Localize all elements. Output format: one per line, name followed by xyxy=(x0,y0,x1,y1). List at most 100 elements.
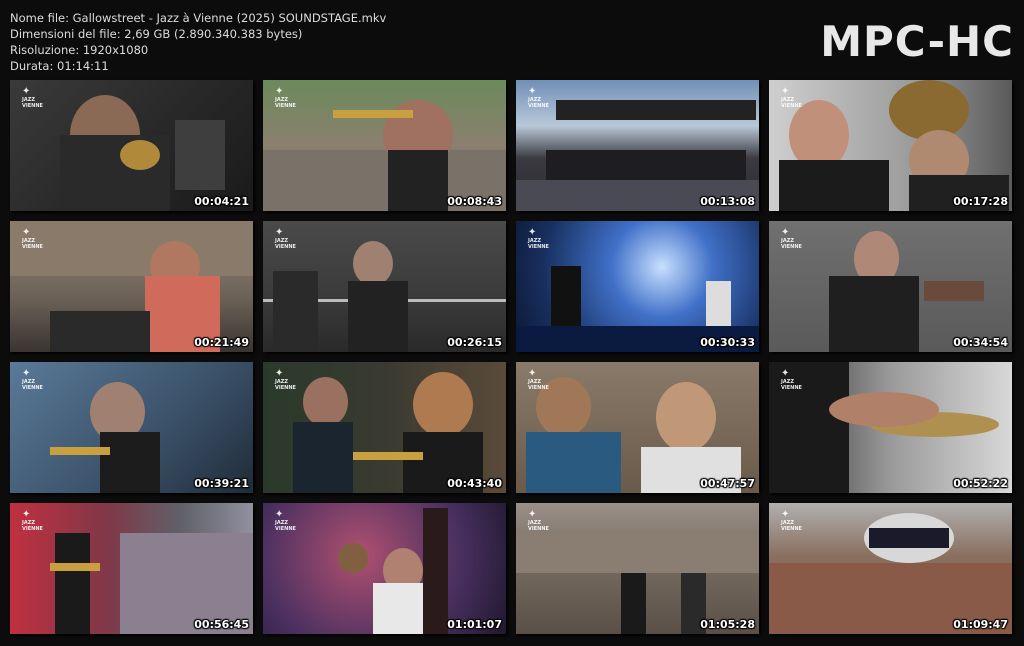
logo-star-icon: ✦ xyxy=(22,86,31,97)
scene-shape xyxy=(303,377,348,427)
video-thumbnail: ✦ JAZZ VIENNE 01:09:47 xyxy=(769,503,1012,634)
video-thumbnail: ✦ JAZZ VIENNE 01:05:28 xyxy=(516,503,759,634)
logo-text-line2: VIENNE xyxy=(781,526,802,532)
jazz-vienne-logo: ✦ JAZZ VIENNE xyxy=(528,368,552,392)
scene-shape xyxy=(348,281,408,352)
thumbnail-timestamp: 00:13:08 xyxy=(700,195,755,208)
jazz-vienne-logo: ✦ JAZZ VIENNE xyxy=(528,86,552,110)
jazz-vienne-logo: ✦ JAZZ VIENNE xyxy=(275,86,299,110)
logo-text-line2: VIENNE xyxy=(275,385,296,391)
logo-text-line2: VIENNE xyxy=(275,526,296,532)
scene-shape xyxy=(656,382,716,452)
logo-text-line2: VIENNE xyxy=(781,244,802,250)
video-thumbnail: ✦ JAZZ VIENNE 00:56:45 xyxy=(10,503,253,634)
scene-shape xyxy=(333,110,413,118)
logo-star-icon: ✦ xyxy=(275,227,284,238)
jazz-vienne-logo: ✦ JAZZ VIENNE xyxy=(22,86,46,110)
logo-star-icon: ✦ xyxy=(528,509,537,520)
jazz-vienne-logo: ✦ JAZZ VIENNE xyxy=(781,227,805,251)
logo-star-icon: ✦ xyxy=(22,509,31,520)
logo-text-line2: VIENNE xyxy=(781,385,802,391)
video-thumbnail: ✦ JAZZ VIENNE 00:52:22 xyxy=(769,362,1012,493)
video-thumbnail: ✦ JAZZ VIENNE 00:21:49 xyxy=(10,221,253,352)
thumbnail-timestamp: 01:09:47 xyxy=(953,618,1008,631)
thumbnail-timestamp: 00:34:54 xyxy=(953,336,1008,349)
scene-shape xyxy=(779,160,889,211)
app-brand-title: MPC-HC xyxy=(820,17,1014,66)
video-thumbnail: ✦ JAZZ VIENNE 00:43:40 xyxy=(263,362,506,493)
logo-text-line2: VIENNE xyxy=(528,385,549,391)
thumbnail-timestamp: 00:04:21 xyxy=(194,195,249,208)
logo-text-line2: VIENNE xyxy=(528,526,549,532)
video-thumbnail: ✦ JAZZ VIENNE 00:30:33 xyxy=(516,221,759,352)
file-name: Nome file: Gallowstreet - Jazz à Vienne … xyxy=(10,11,387,25)
logo-star-icon: ✦ xyxy=(22,368,31,379)
video-thumbnail: ✦ JAZZ VIENNE 00:17:28 xyxy=(769,80,1012,211)
logo-star-icon: ✦ xyxy=(275,86,284,97)
thumbnail-timestamp: 00:08:43 xyxy=(447,195,502,208)
scene-shape xyxy=(621,573,646,634)
jazz-vienne-logo: ✦ JAZZ VIENNE xyxy=(781,368,805,392)
scene-shape xyxy=(50,311,150,352)
logo-star-icon: ✦ xyxy=(781,509,790,520)
scene-shape xyxy=(338,543,368,573)
logo-star-icon: ✦ xyxy=(275,368,284,379)
scene-shape xyxy=(293,422,353,493)
scene-shape xyxy=(100,432,160,493)
scene-shape xyxy=(273,271,318,352)
jazz-vienne-logo: ✦ JAZZ VIENNE xyxy=(275,368,299,392)
jazz-vienne-logo: ✦ JAZZ VIENNE xyxy=(22,227,46,251)
logo-text-line2: VIENNE xyxy=(22,385,43,391)
jazz-vienne-logo: ✦ JAZZ VIENNE xyxy=(22,368,46,392)
scene-shape xyxy=(388,150,448,211)
scene-shape xyxy=(353,241,393,286)
video-thumbnail: ✦ JAZZ VIENNE 00:13:08 xyxy=(516,80,759,211)
video-thumbnail: ✦ JAZZ VIENNE 00:47:57 xyxy=(516,362,759,493)
thumbnail-grid: ✦ JAZZ VIENNE 00:04:21 ✦ JAZZ VIENNE 00:08:43 ✦ J… xyxy=(10,80,1013,635)
jazz-vienne-logo: ✦ JAZZ VIENNE xyxy=(781,509,805,533)
thumbnail-timestamp: 00:30:33 xyxy=(700,336,755,349)
jazz-vienne-logo: ✦ JAZZ VIENNE xyxy=(275,509,299,533)
scene-shape xyxy=(829,392,939,427)
jazz-vienne-logo: ✦ JAZZ VIENNE xyxy=(781,87,805,110)
logo-star-icon: ✦ xyxy=(275,509,284,520)
logo-text-line2: VIENNE xyxy=(275,244,296,250)
logo-text-line2: VIENNE xyxy=(22,103,43,109)
scene-shape xyxy=(413,372,473,437)
thumbnail-timestamp: 00:52:22 xyxy=(953,477,1008,490)
logo-star-icon: ✦ xyxy=(528,368,537,379)
logo-text-line2: VIENNE xyxy=(22,526,43,532)
video-thumbnail: ✦ JAZZ VIENNE 00:34:54 xyxy=(769,221,1012,352)
scene-shape xyxy=(50,447,110,455)
logo-text-line2: VIENNE xyxy=(528,103,549,109)
thumbnail-timestamp: 00:21:49 xyxy=(194,336,249,349)
file-info-panel: Nome file: Gallowstreet - Jazz à Vienne … xyxy=(10,10,386,74)
thumbnail-timestamp: 01:01:07 xyxy=(447,618,502,631)
logo-star-icon: ✦ xyxy=(781,368,790,379)
jazz-vienne-logo: ✦ JAZZ VIENNE xyxy=(528,228,552,251)
scene-shape xyxy=(120,140,160,170)
scene-shape xyxy=(10,221,253,276)
thumbnail-timestamp: 00:39:21 xyxy=(194,477,249,490)
logo-text-line2: VIENNE xyxy=(275,103,296,109)
scene-shape xyxy=(55,533,90,634)
video-thumbnail: ✦ JAZZ VIENNE 00:39:21 xyxy=(10,362,253,493)
scene-shape xyxy=(526,432,621,493)
logo-star-icon: ✦ xyxy=(22,227,31,238)
logo-star-icon: ✦ xyxy=(528,86,537,97)
scene-shape xyxy=(423,508,448,634)
scene-shape xyxy=(50,563,100,571)
logo-star-icon: ✦ xyxy=(781,227,790,238)
video-thumbnail: ✦ JAZZ VIENNE 00:04:21 xyxy=(10,80,253,211)
logo-text-line2: VIENNE xyxy=(22,244,43,250)
scene-shape xyxy=(924,281,984,301)
jazz-vienne-logo: ✦ JAZZ VIENNE xyxy=(528,509,552,533)
scene-shape xyxy=(829,276,919,352)
thumbnail-timestamp: 00:17:28 xyxy=(953,195,1008,208)
thumbnail-timestamp: 00:56:45 xyxy=(194,618,249,631)
jazz-vienne-logo: ✦ JAZZ VIENNE xyxy=(275,227,299,251)
file-duration: Durata: 01:14:11 xyxy=(10,59,109,73)
thumbnail-timestamp: 01:05:28 xyxy=(700,618,755,631)
scene-shape xyxy=(869,528,949,548)
thumbnail-timestamp: 00:43:40 xyxy=(447,477,502,490)
